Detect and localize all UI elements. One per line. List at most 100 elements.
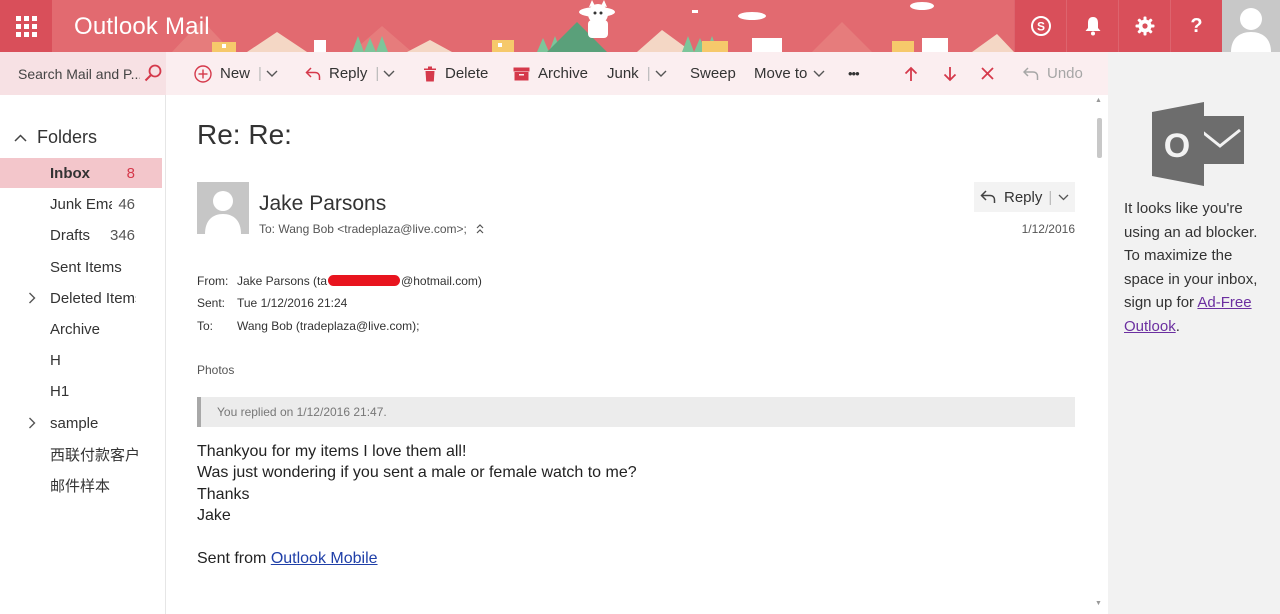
folder-deleted-items[interactable]: Deleted Items xyxy=(0,283,162,313)
app-title[interactable]: Outlook Mail xyxy=(74,13,210,41)
folder-sent-items[interactable]: Sent Items xyxy=(0,252,162,282)
reply-button[interactable]: Reply | xyxy=(974,182,1075,212)
folder-inbox[interactable]: Inbox 8 xyxy=(0,158,162,188)
scrollbar-thumb[interactable] xyxy=(1097,118,1102,158)
move-to-label: Move to xyxy=(754,65,808,82)
sent-value: Tue 1/12/2016 21:24 xyxy=(237,296,348,310)
folder-h[interactable]: H xyxy=(0,345,162,375)
folder-label: Inbox xyxy=(50,164,90,182)
junk-label: Junk xyxy=(607,65,639,82)
scroll-up-arrow[interactable]: ▲ xyxy=(1095,97,1102,104)
notifications-button[interactable] xyxy=(1066,0,1118,52)
photos-label: Photos xyxy=(197,363,235,377)
reply-arrow-icon xyxy=(980,190,996,203)
folder-drafts[interactable]: Drafts 346 xyxy=(0,220,162,250)
next-message-button[interactable] xyxy=(943,52,957,95)
user-avatar-icon xyxy=(1222,0,1280,52)
folder-label: 邮件样本 xyxy=(50,477,111,495)
close-icon xyxy=(981,67,994,80)
folder-archive[interactable]: Archive xyxy=(0,314,162,344)
undo-label: Undo xyxy=(1047,65,1083,82)
folder-label: Sent Items xyxy=(50,258,122,276)
new-label: New xyxy=(220,65,251,82)
reply-label: Reply xyxy=(1004,188,1043,206)
outlook-logo-icon: O xyxy=(1152,102,1244,186)
to-row: To: Wang Bob (tradeplaza@live.com); xyxy=(197,319,419,333)
plus-circle-icon xyxy=(194,64,212,83)
reply-toolbar-button[interactable]: Reply | xyxy=(305,52,395,95)
new-button[interactable]: New | xyxy=(194,52,278,95)
search-box[interactable]: Search Mail and P... xyxy=(0,52,166,95)
chevron-down-icon[interactable] xyxy=(383,70,395,78)
close-message-button[interactable] xyxy=(981,52,994,95)
reading-pane xyxy=(166,95,1108,614)
scroll-down-arrow[interactable]: ▼ xyxy=(1095,600,1102,607)
folders-label: Folders xyxy=(37,127,98,147)
undo-button[interactable]: Undo xyxy=(1023,52,1083,95)
folder-label: Junk Ema xyxy=(50,195,112,213)
body-line: Thanks xyxy=(197,486,250,503)
search-input[interactable]: Search Mail and P... xyxy=(18,66,140,82)
replied-text: You replied on 1/12/2016 21:47. xyxy=(217,405,387,419)
skype-button[interactable]: S xyxy=(1014,0,1066,52)
folder-label: sample xyxy=(50,414,99,432)
sent-row: Sent: Tue 1/12/2016 21:24 xyxy=(197,296,347,310)
folders-header[interactable]: Folders xyxy=(14,127,97,148)
from-row: From: Jake Parsons (ta @hotmail.com) xyxy=(197,274,482,288)
folder-sample[interactable]: sample xyxy=(0,408,162,438)
folder-label: Drafts xyxy=(50,226,91,244)
ellipsis-icon: ••• xyxy=(848,66,860,81)
chevron-right-icon[interactable] xyxy=(28,292,36,304)
to-label: To: xyxy=(197,319,214,333)
to-value: Wang Bob (tradeplaza@live.com); xyxy=(237,319,420,333)
junk-button[interactable]: Junk | xyxy=(607,52,667,95)
app-launcher-button[interactable] xyxy=(0,0,52,52)
gear-icon xyxy=(1135,16,1154,36)
unread-count: 8 xyxy=(126,164,135,182)
from-label: From: xyxy=(197,274,229,288)
folder-western-union-clients[interactable]: 西联付款客户 xyxy=(0,439,162,469)
user-avatar-icon xyxy=(197,182,249,234)
folder-h1[interactable]: H1 xyxy=(0,376,162,406)
ad-blocker-message: It looks like you're using an ad blocker… xyxy=(1124,200,1258,335)
folder-label: 西联付款客户 xyxy=(50,446,141,464)
chevron-right-icon[interactable] xyxy=(28,417,36,429)
sent-label: Sent: xyxy=(197,296,226,310)
more-actions-button[interactable]: ••• xyxy=(848,52,860,95)
sweep-label: Sweep xyxy=(690,65,736,82)
redaction-mark xyxy=(328,275,401,286)
archive-label: Archive xyxy=(538,65,589,82)
archive-box-icon xyxy=(513,67,530,80)
folder-label: Archive xyxy=(50,320,101,338)
chevron-down-icon[interactable] xyxy=(266,70,278,78)
settings-button[interactable] xyxy=(1118,0,1170,52)
message-subject: Re: Re: xyxy=(197,119,292,150)
folder-junk[interactable]: Junk Ema 46 xyxy=(0,189,162,219)
sender-name[interactable]: Jake Parsons xyxy=(259,192,386,216)
folder-label: Deleted Items xyxy=(50,289,136,307)
item-count: 46 xyxy=(118,195,135,213)
body-line: Jake xyxy=(197,507,231,524)
trash-icon xyxy=(424,66,436,81)
chevron-up-icon xyxy=(14,133,27,142)
help-button[interactable]: ? xyxy=(1170,0,1222,52)
search-icon[interactable] xyxy=(144,64,162,82)
from-value: Jake Parsons (ta @hotmail.com) xyxy=(237,274,482,288)
folder-mail-samples[interactable]: 邮件样本 xyxy=(0,470,162,500)
account-avatar[interactable] xyxy=(1222,0,1280,52)
previous-message-button[interactable] xyxy=(904,52,918,95)
sweep-button[interactable]: Sweep xyxy=(690,52,736,95)
archive-button[interactable]: Archive xyxy=(513,52,588,95)
chevron-down-icon[interactable] xyxy=(655,70,667,78)
waffle-icon xyxy=(15,15,37,37)
delete-button[interactable]: Delete xyxy=(423,52,488,95)
skype-icon: S xyxy=(1030,16,1051,36)
expand-recipients-icon[interactable] xyxy=(475,223,485,235)
chevron-down-icon[interactable] xyxy=(1058,194,1069,201)
svg-text:S: S xyxy=(1036,20,1044,34)
outlook-mobile-link[interactable]: Outlook Mobile xyxy=(271,550,378,567)
move-to-button[interactable]: Move to xyxy=(754,52,825,95)
folder-label: H xyxy=(50,351,61,369)
delete-label: Delete xyxy=(445,65,489,82)
header-bar: Outlook Mail S ? xyxy=(0,0,1280,52)
